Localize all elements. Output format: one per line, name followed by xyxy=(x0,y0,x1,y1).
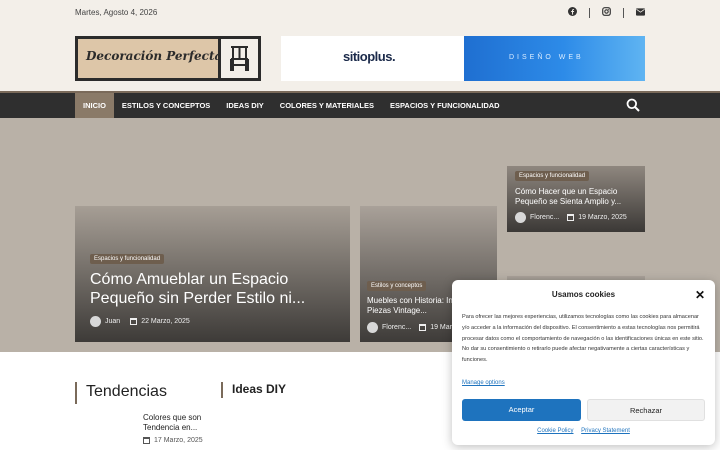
post-thumbnail[interactable] xyxy=(75,412,133,450)
facebook-icon[interactable] xyxy=(568,7,577,18)
section-title: Tendencias xyxy=(86,383,167,400)
chair-icon xyxy=(218,39,258,78)
manage-options-link[interactable]: Manage options xyxy=(462,380,505,386)
divider xyxy=(623,7,624,18)
featured-post-main[interactable]: Espacios y funcionalidad Cómo Amueblar u… xyxy=(75,206,350,342)
post-date: 19 Marzo, 2025 xyxy=(578,214,627,221)
banner-brand: sitioplus. xyxy=(343,49,396,64)
post-author[interactable]: Juan xyxy=(105,318,120,325)
nav-item-colores[interactable]: COLORES Y MATERIALES xyxy=(272,93,382,118)
banner-brand-panel: sitioplus. xyxy=(281,36,464,81)
calendar-icon xyxy=(419,324,427,331)
cookie-policy-link[interactable]: Cookie Policy xyxy=(537,428,573,434)
nav-menu: INICIO ESTILOS Y CONCEPTOS IDEAS DIY COL… xyxy=(75,93,508,118)
email-icon[interactable] xyxy=(636,7,645,18)
site-header: Decoración Perfecta sitioplus. DISEÑO WE… xyxy=(0,27,720,91)
post-date: 17 Marzo, 2025 xyxy=(154,437,203,444)
nav-item-espacios[interactable]: ESPACIOS Y FUNCIONALIDAD xyxy=(382,93,508,118)
trend-post-meta: 17 Marzo, 2025 xyxy=(143,437,203,444)
post-title[interactable]: Cómo Hacer que un Espacio Pequeño se Sie… xyxy=(515,187,640,207)
avatar xyxy=(515,212,526,223)
close-icon[interactable]: ✕ xyxy=(695,288,705,302)
accept-button[interactable]: Aceptar xyxy=(462,399,581,421)
privacy-statement-link[interactable]: Privacy Statement xyxy=(581,428,630,434)
instagram-icon[interactable] xyxy=(602,7,611,18)
calendar-icon xyxy=(567,214,575,221)
category-badge[interactable]: Estilos y conceptos xyxy=(367,281,427,291)
cookie-links: Cookie Policy Privacy Statement xyxy=(452,428,715,434)
top-bar: Martes, Agosto 4, 2026 xyxy=(0,0,720,27)
post-author[interactable]: Florenc... xyxy=(382,324,411,331)
nav-item-inicio[interactable]: INICIO xyxy=(75,93,114,118)
category-badge[interactable]: Espacios y funcionalidad xyxy=(90,254,165,264)
avatar xyxy=(367,322,378,333)
calendar-icon xyxy=(130,318,138,325)
divider xyxy=(589,7,590,18)
post-meta: Florenc... 19 Marzo, 2025 xyxy=(515,212,627,223)
logo-text: Decoración Perfecta xyxy=(86,49,223,63)
calendar-icon xyxy=(143,437,150,444)
cookie-title: Usamos cookies xyxy=(551,290,616,299)
banner-graphic: DISEÑO WEB xyxy=(464,36,645,81)
search-icon[interactable] xyxy=(626,98,640,112)
nav-item-estilos[interactable]: ESTILOS Y CONCEPTOS xyxy=(114,93,218,118)
trend-post-title[interactable]: Colores que son Tendencia en... xyxy=(143,413,223,433)
cookie-description: Para ofrecer las mejores experiencias, u… xyxy=(462,314,704,364)
post-title[interactable]: Cómo Amueblar un Espacio Pequeño sin Per… xyxy=(90,270,340,308)
cookie-consent-dialog: Usamos cookies ✕ Para ofrecer las mejore… xyxy=(452,280,715,445)
nav-item-ideas-diy[interactable]: IDEAS DIY xyxy=(218,93,272,118)
reject-button[interactable]: Rechazar xyxy=(587,399,705,421)
category-badge[interactable]: Espacios y funcionalidad xyxy=(515,171,590,181)
post-author[interactable]: Florenc... xyxy=(530,214,559,221)
post-date: 22 Marzo, 2025 xyxy=(141,318,190,325)
section-tendencias-heading: Tendencias xyxy=(75,382,205,404)
avatar xyxy=(90,316,101,327)
advertisement-banner[interactable]: sitioplus. DISEÑO WEB xyxy=(281,36,645,81)
section-ideas-diy-heading: Ideas DIY xyxy=(221,382,286,398)
social-links xyxy=(568,7,645,18)
main-navigation: INICIO ESTILOS Y CONCEPTOS IDEAS DIY COL… xyxy=(0,91,720,118)
featured-post-small[interactable]: Espacios y funcionalidad Cómo Hacer que … xyxy=(507,166,645,232)
post-meta: Juan 22 Marzo, 2025 xyxy=(90,316,190,327)
site-logo[interactable]: Decoración Perfecta xyxy=(75,36,261,81)
section-title: Ideas DIY xyxy=(232,382,287,396)
banner-tagline: DISEÑO WEB xyxy=(509,54,584,61)
current-date: Martes, Agosto 4, 2026 xyxy=(75,8,158,17)
